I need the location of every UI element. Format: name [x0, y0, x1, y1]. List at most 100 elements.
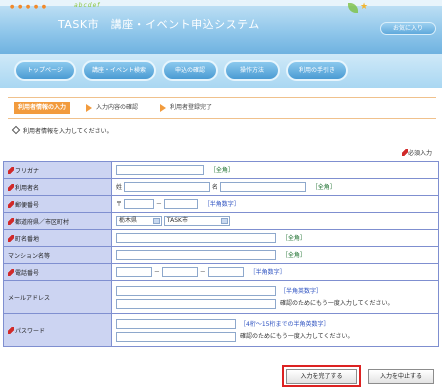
password-confirm-line: 確認のためにもう一度入力してください。: [116, 331, 434, 342]
phone-hint: ［半角数字］: [249, 268, 286, 276]
email-line: ［半角英数字］: [116, 286, 434, 296]
form-value-cell: ［全角］: [111, 161, 439, 179]
form-label-cell: フリガナ: [3, 161, 112, 179]
step-arrow-icon: [160, 104, 166, 112]
form-row-furigana: フリガナ ［全角］: [3, 161, 439, 179]
form-value-cell: 〒 － ［半角数字］: [111, 195, 439, 213]
password-input[interactable]: [116, 319, 236, 329]
mei-label: 名: [211, 183, 218, 191]
postal-label: 郵便番号: [15, 201, 40, 209]
name-label: 利用者名: [15, 184, 40, 192]
form-value-cell: ［全角］: [111, 229, 439, 247]
nav-item-top[interactable]: トップページ: [14, 60, 76, 81]
address-hint: ［全角］: [281, 234, 306, 242]
star-icon: ★: [360, 2, 369, 12]
pref-label: 都道府県／市区町村: [15, 218, 70, 226]
postal-mark: 〒: [116, 200, 123, 208]
step-confirm: 入力内容の確認: [96, 104, 139, 111]
name-hint: ［全角］: [311, 183, 336, 191]
sei-label: 姓: [116, 183, 123, 191]
app-title: TASK市 講座・イベント申込システム: [58, 18, 260, 31]
form-row-pref: 都道府県／市区町村 栃木県 TASK市: [3, 212, 439, 230]
main-nav: トップページ 講座・イベント検索 申込の確認 操作方法 利用の手引き: [0, 54, 442, 88]
registration-form: フリガナ ［全角］ 利用者名 姓 名 ［全角］ 郵便番号 〒 － ［半角数字］ …: [3, 161, 439, 347]
form-label-cell: マンション名等: [3, 246, 112, 264]
form-label-cell: 郵便番号: [3, 195, 112, 213]
phone-dash: －: [153, 268, 160, 276]
chevron-down-icon: [220, 218, 228, 224]
form-label-cell: 都道府県／市区町村: [3, 212, 112, 230]
address-label: 町名番地: [15, 235, 40, 243]
email-hint: ［半角英数字］: [280, 287, 323, 295]
form-row-phone: 電話番号 － － ［半角数字］: [3, 263, 439, 281]
logo-dots-icon: ● ● ● ● ●: [10, 4, 48, 10]
postal-hint: ［半角数字］: [203, 200, 240, 208]
form-label-cell: 利用者名: [3, 178, 112, 196]
form-value-cell: ［半角英数字］ 確認のためにもう一度入力してください。: [111, 280, 439, 314]
required-pen-icon: [8, 183, 14, 191]
form-row-name: 利用者名 姓 名 ［全角］: [3, 178, 439, 196]
steps-divider-top: [8, 97, 436, 98]
form-label-cell: パスワード: [3, 313, 112, 347]
furigana-hint: ［全角］: [209, 166, 234, 174]
postal-second-input[interactable]: [163, 199, 198, 210]
cancel-button[interactable]: 入力を中止する: [368, 369, 434, 384]
password-label: パスワード: [15, 327, 46, 335]
form-value-cell: 栃木県 TASK市: [111, 212, 439, 230]
email-label: メールアドレス: [8, 294, 51, 302]
furigana-input[interactable]: [116, 165, 204, 176]
prefecture-select[interactable]: 栃木県: [116, 216, 162, 226]
step-arrow-icon: [86, 104, 92, 112]
nav-item-search[interactable]: 講座・イベント検索: [82, 60, 156, 81]
first-name-input[interactable]: [219, 182, 306, 193]
required-pen-icon: [8, 234, 14, 242]
phone-second-input[interactable]: [161, 267, 198, 278]
phone-label: 電話番号: [15, 269, 40, 277]
form-value-cell: 姓 名 ［全角］: [111, 178, 439, 196]
email-confirm-line: 確認のためにもう一度入力してください。: [116, 298, 434, 309]
required-pen-icon: [8, 268, 14, 276]
building-input[interactable]: [116, 250, 276, 261]
required-legend: 必須入力: [402, 148, 432, 157]
nav-item-howto[interactable]: 操作方法: [224, 60, 280, 81]
form-value-cell: ［全角］: [111, 246, 439, 264]
phone-third-input[interactable]: [207, 267, 244, 278]
form-row-building: マンション名等 ［全角］: [3, 246, 439, 264]
phone-first-input[interactable]: [116, 267, 152, 278]
submit-button[interactable]: 入力を完了する: [286, 369, 357, 384]
phone-dash: －: [199, 268, 206, 276]
nav-item-confirm[interactable]: 申込の確認: [162, 60, 218, 81]
form-value-cell: － － ［半角数字］: [111, 263, 439, 281]
email-input[interactable]: [116, 286, 276, 296]
city-select[interactable]: TASK市: [163, 216, 230, 226]
steps-divider-bottom: [8, 118, 436, 119]
last-name-input[interactable]: [123, 182, 210, 193]
header-stripe: [0, 0, 442, 6]
postal-dash: －: [155, 200, 162, 208]
instruction-label: 利用者情報を入力してください。: [23, 128, 113, 135]
form-row-password: パスワード ［4桁〜15桁までの半角英数字］ 確認のためにもう一度入力してくださ…: [3, 313, 439, 347]
address-input[interactable]: [116, 233, 276, 244]
password-confirm-note: 確認のためにもう一度入力してください。: [240, 333, 354, 340]
building-label: マンション名等: [8, 252, 51, 260]
step-current: 利用者情報の入力: [14, 102, 71, 114]
form-row-email: メールアドレス ［半角英数字］ 確認のためにもう一度入力してください。: [3, 280, 439, 314]
favorites-button[interactable]: お気に入り: [380, 22, 436, 35]
required-pen-icon: [8, 200, 14, 208]
city-value: TASK市: [166, 217, 188, 224]
password-confirm-input[interactable]: [116, 331, 236, 342]
building-hint: ［全角］: [281, 251, 306, 259]
required-pen-icon: [8, 166, 14, 174]
nav-item-guide[interactable]: 利用の手引き: [286, 60, 348, 81]
postal-first-input[interactable]: [123, 199, 154, 210]
form-label-cell: メールアドレス: [3, 280, 112, 314]
form-value-cell: ［4桁〜15桁までの半角英数字］ 確認のためにもう一度入力してください。: [111, 313, 439, 347]
required-legend-label: 必須入力: [408, 150, 433, 157]
password-hint: ［4桁〜15桁までの半角英数字］: [240, 320, 330, 328]
email-confirm-input[interactable]: [116, 298, 276, 309]
required-pen-icon: [8, 217, 14, 225]
furigana-label: フリガナ: [15, 167, 40, 175]
step-complete: 利用者登録完了: [170, 104, 213, 111]
password-line: ［4桁〜15桁までの半角英数字］: [116, 319, 434, 329]
header-decoration: abcdef: [74, 2, 101, 9]
